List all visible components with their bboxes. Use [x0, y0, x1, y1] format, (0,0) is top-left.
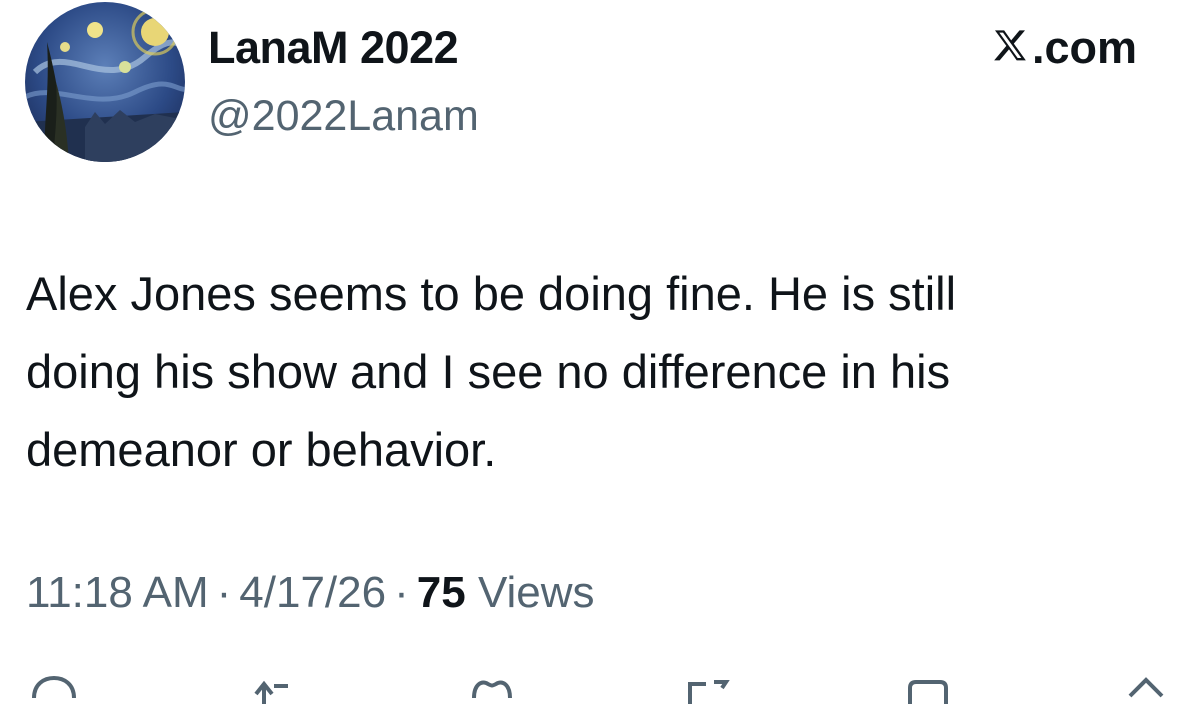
share-icon[interactable] [904, 674, 952, 704]
action-bar [0, 668, 1199, 704]
author-handle[interactable]: @2022Lanam [208, 88, 479, 144]
starry-night-avatar [25, 2, 185, 162]
meta-separator: · [216, 568, 232, 617]
reply-icon[interactable] [30, 674, 78, 704]
repost-icon[interactable] [248, 674, 296, 704]
like-icon[interactable] [468, 674, 516, 704]
source-label: .com [990, 20, 1137, 80]
meta-separator: · [394, 568, 409, 617]
bookmark-icon[interactable] [686, 674, 734, 704]
x-logo-icon [990, 24, 1030, 80]
views-count: 75 [416, 568, 466, 617]
tweet-date[interactable]: 4/17/26 [239, 568, 386, 617]
tweet-time[interactable]: 11:18 AM [26, 568, 209, 617]
tweet-line: demeanor or behavior. [26, 423, 497, 476]
tweet-line: doing his show and I see no difference i… [26, 345, 951, 398]
source-domain: .com [1031, 22, 1137, 73]
tweet-text: Alex Jones seems to be doing fine. He is… [26, 255, 1176, 489]
tweet-line: Alex Jones seems to be doing fine. He is… [26, 267, 957, 320]
avatar[interactable] [25, 2, 185, 162]
author-display-name[interactable]: LanaM 2022 [208, 20, 459, 76]
upload-icon[interactable] [1122, 674, 1170, 704]
tweet-meta: 11:18 AM · 4/17/26 · 75 Views [26, 565, 595, 621]
views-label: Views [477, 568, 595, 617]
